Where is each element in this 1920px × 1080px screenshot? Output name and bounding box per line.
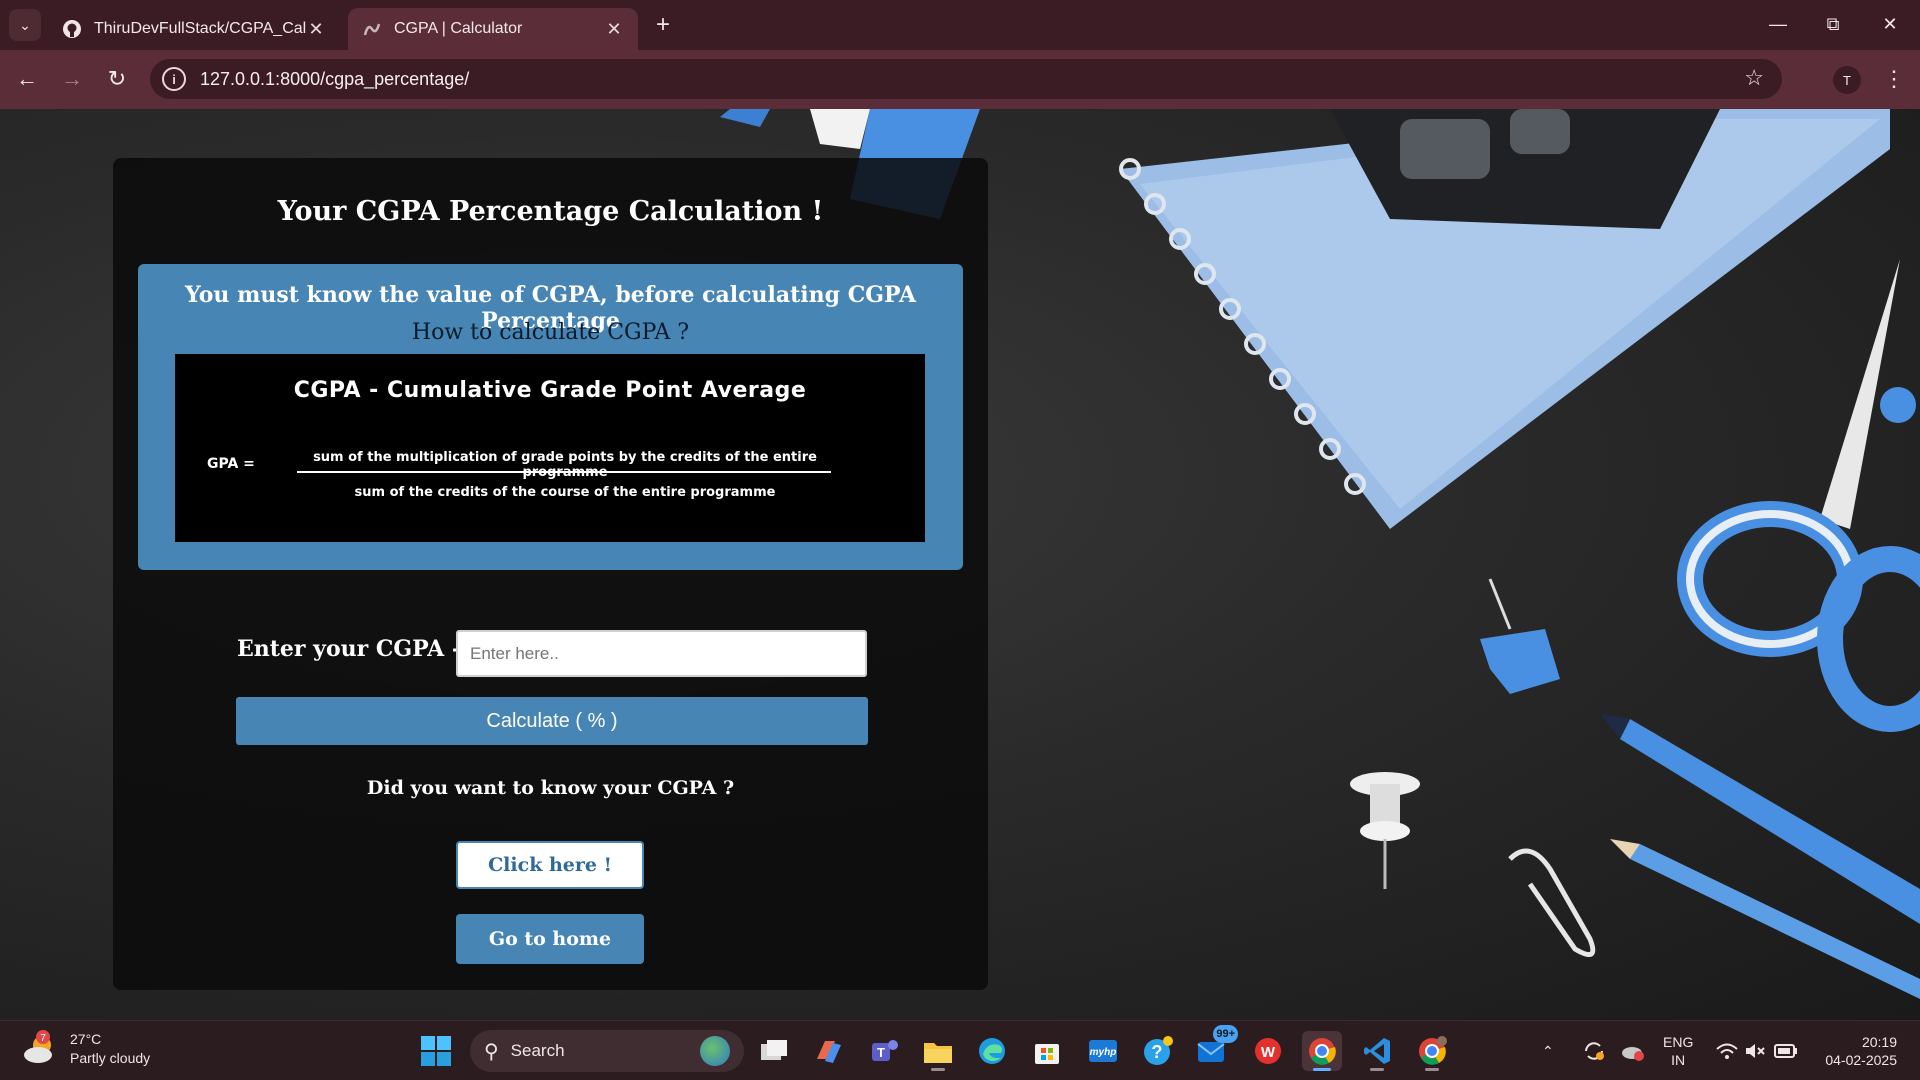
calculate-button[interactable]: Calculate ( % ) [236, 697, 868, 745]
active-indicator [1313, 1068, 1331, 1071]
scissors-decoration [1677, 259, 1920, 732]
system-clock[interactable]: 20:19 04-02-2025 [1813, 1033, 1897, 1069]
github-icon [62, 19, 82, 39]
close-tab-icon[interactable]: ✕ [306, 19, 326, 40]
language-code: ENG [1663, 1034, 1694, 1050]
chrome-profile-icon[interactable] [1412, 1031, 1452, 1071]
help-icon[interactable]: ? [1138, 1031, 1178, 1071]
search-icon: ⚲ [484, 1040, 499, 1063]
file-explorer-icon[interactable] [918, 1031, 958, 1071]
language-indicator[interactable]: ENG IN [1663, 1033, 1693, 1069]
close-tab-icon[interactable]: ✕ [604, 19, 624, 40]
browser-toolbar: ← → ↻ i 127.0.0.1:8000/cgpa_percentage/ … [0, 50, 1920, 109]
new-tab-button[interactable]: + [650, 11, 676, 38]
click-here-button[interactable]: Click here ! [456, 841, 644, 889]
clock-date: 04-02-2025 [1825, 1052, 1897, 1068]
partly-cloudy-icon: 7 [20, 1029, 60, 1069]
tab-search-button[interactable]: ⌄ [9, 9, 41, 41]
weather-temperature: 27°C [70, 1031, 102, 1047]
tab-title: ThiruDevFullStack/CGPA_Calcul [94, 20, 306, 37]
close-window-icon[interactable]: ✕ [1872, 10, 1908, 38]
myhp-icon[interactable]: myhp [1083, 1031, 1123, 1071]
edge-icon[interactable] [972, 1031, 1012, 1071]
minimize-icon[interactable]: — [1760, 10, 1796, 38]
outlook-badge: 99+ [1213, 1025, 1238, 1043]
profile-avatar[interactable]: T [1833, 66, 1861, 94]
windows-start-icon[interactable] [419, 1034, 453, 1068]
url-text[interactable]: 127.0.0.1:8000/cgpa_percentage/ [200, 69, 469, 90]
forward-arrow-icon[interactable]: → [57, 64, 87, 94]
search-label: Search [510, 1041, 565, 1060]
running-indicator [1425, 1068, 1439, 1071]
paperclip-decoration [1508, 848, 1596, 958]
pencil-decoration [1600, 714, 1920, 999]
chevron-down-icon: ⌄ [19, 16, 31, 33]
teams-icon[interactable]: T [864, 1031, 904, 1071]
copilot-icon[interactable] [808, 1031, 848, 1071]
svg-text:?: ? [1152, 1042, 1163, 1062]
language-region: IN [1671, 1052, 1686, 1068]
volume-muted-icon[interactable] [1744, 1021, 1768, 1080]
bookmark-star-icon[interactable]: ☆ [1744, 65, 1764, 91]
windows-taskbar: 7 27°C Partly cloudy ⚲ Search T myhp ? 9… [0, 1020, 1920, 1080]
tab-github[interactable]: ThiruDevFullStack/CGPA_Calcul ✕ [48, 8, 340, 50]
svg-text:T: T [877, 1045, 885, 1060]
taskbar-search[interactable]: ⚲ Search [470, 1030, 744, 1072]
know-cgpa-prompt: Did you want to know your CGPA ? [366, 777, 735, 799]
browser-tab-bar: ⌄ ThiruDevFullStack/CGPA_Calcul ✕ CGPA |… [0, 0, 1920, 50]
sync-icon[interactable] [1582, 1021, 1608, 1080]
running-indicator [931, 1068, 945, 1071]
wifi-icon[interactable] [1716, 1021, 1740, 1080]
cgpa-input[interactable] [456, 630, 867, 677]
snake-icon [362, 19, 382, 39]
chevron-up-icon[interactable]: ⌃ [1542, 1021, 1562, 1080]
address-bar[interactable]: i 127.0.0.1:8000/cgpa_percentage/ ☆ [150, 59, 1782, 99]
site-info-icon[interactable]: i [162, 67, 186, 91]
running-indicator [1370, 1068, 1384, 1071]
go-home-button[interactable]: Go to home [456, 914, 644, 964]
info-subheading: How to calculate CGPA ? [411, 320, 690, 345]
back-arrow-icon[interactable]: ← [12, 64, 42, 94]
formula-title: CGPA - Cumulative Grade Point Average [293, 378, 807, 403]
formula-fraction-bar [297, 471, 831, 473]
clock-time: 20:19 [1861, 1034, 1897, 1050]
svg-text:myhp: myhp [1090, 1047, 1117, 1058]
cgpa-info-box: You must know the value of CGPA, before … [138, 264, 963, 570]
wps-office-icon[interactable]: W [1248, 1031, 1288, 1071]
microsoft-store-icon[interactable] [1027, 1031, 1067, 1071]
svg-text:W: W [1261, 1044, 1276, 1061]
restore-icon[interactable]: ⧉ [1815, 10, 1851, 38]
calculator-card: Your CGPA Percentage Calculation ! You m… [113, 158, 988, 990]
reload-icon[interactable]: ↻ [102, 64, 132, 94]
cgpa-formula-image: CGPA - Cumulative Grade Point Average GP… [175, 354, 925, 542]
page-title: Your CGPA Percentage Calculation ! [277, 196, 824, 227]
weather-description: Partly cloudy [70, 1050, 151, 1066]
weather-alert-badge: 7 [40, 1033, 46, 1044]
outlook-icon[interactable]: 99+ [1192, 1025, 1238, 1071]
formula-numerator: sum of the multiplication of grade point… [313, 450, 817, 480]
page-viewport: Your CGPA Percentage Calculation ! You m… [0, 109, 1920, 1020]
task-view-icon[interactable] [754, 1031, 794, 1071]
onedrive-icon[interactable] [1620, 1021, 1646, 1080]
formula-denominator: sum of the credits of the course of the … [354, 485, 776, 500]
battery-icon[interactable] [1774, 1021, 1800, 1080]
tab-cgpa-calculator[interactable]: CGPA | Calculator ✕ [348, 8, 638, 50]
chrome-icon[interactable] [1302, 1031, 1342, 1071]
cgpa-input-label: Enter your CGPA - [237, 636, 461, 662]
formula-lhs: GPA = [207, 456, 255, 472]
tab-title: CGPA | Calculator [394, 20, 523, 37]
weather-widget[interactable]: 7 27°C Partly cloudy [20, 1029, 150, 1069]
more-menu-icon[interactable]: ⋮ [1883, 64, 1905, 94]
search-highlight-icon [700, 1036, 730, 1066]
vscode-icon[interactable] [1357, 1031, 1397, 1071]
